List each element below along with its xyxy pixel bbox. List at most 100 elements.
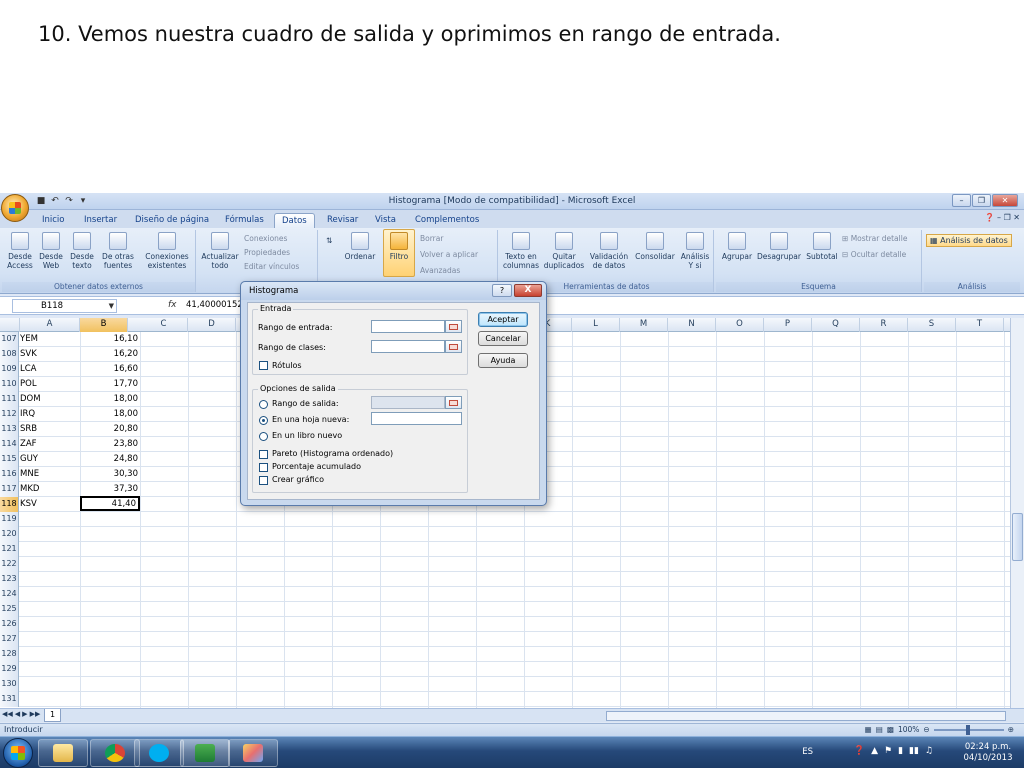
cell-a[interactable]: KSV [20,497,37,511]
analisis-ysi-button[interactable]: Análisis Y si [678,232,712,270]
pareto-checkbox[interactable] [259,450,268,459]
clock[interactable]: 02:24 p.m. 04/10/2013 [958,742,1018,764]
flag-icon[interactable]: ⚑ [884,746,892,756]
rango-entrada-input[interactable] [371,320,445,333]
restore-button[interactable]: ❐ [972,194,991,207]
row-header[interactable]: 119 [0,512,19,527]
tab-revisar[interactable]: Revisar [320,213,365,228]
prev-sheet-icon[interactable]: ◀ [15,710,20,718]
agrupar-button[interactable]: Agrupar [718,232,756,261]
select-all-corner[interactable] [0,318,20,332]
cell-a[interactable]: MKD [20,482,39,496]
filtro-button[interactable]: Filtro [383,232,415,261]
column-header-q[interactable]: Q [812,318,860,332]
rango-clases-collapse-button[interactable] [445,340,462,353]
vertical-scrollbar[interactable] [1010,318,1024,713]
dialog-help-button[interactable]: ? [492,284,512,297]
up-arrow-icon[interactable]: ▲ [871,746,878,756]
column-header-b[interactable]: B [80,318,128,332]
porcentaje-checkbox[interactable] [259,463,268,472]
ocultar-detalle-button[interactable]: ⊟ Ocultar detalle [842,250,906,259]
tab-inicio[interactable]: Inicio [35,213,72,228]
active-cell[interactable]: 41,40 [80,496,140,511]
row-header[interactable]: 113 [0,422,19,437]
row-header[interactable]: 111 [0,392,19,407]
dialog-titlebar[interactable]: Histograma ? X [241,282,546,300]
cell-a[interactable]: SRB [20,422,37,436]
first-sheet-icon[interactable]: ◀◀ [2,710,13,718]
ordenar-button[interactable]: Ordenar [340,232,380,261]
row-header[interactable]: 120 [0,527,19,542]
close-window-button[interactable]: ✕ [992,194,1018,207]
sheet-tab[interactable]: 1 [44,709,62,722]
tab-datos[interactable]: Datos [274,213,315,228]
taskbar-excel[interactable] [180,739,230,767]
rango-salida-collapse-button[interactable] [445,396,462,409]
cell-b[interactable]: 18,00 [80,407,140,421]
conexiones-existentes-button[interactable]: Conexiones existentes [142,232,192,270]
cell-a[interactable]: POL [20,377,37,391]
cell-a[interactable]: SVK [20,347,37,361]
conexiones-button[interactable]: Conexiones [244,234,287,243]
column-header-a[interactable]: A [20,318,80,332]
cell-b[interactable]: 20,80 [80,422,140,436]
view-layout-icon[interactable]: ▤ [876,725,883,734]
mostrar-detalle-button[interactable]: ⊞ Mostrar detalle [842,234,907,243]
desde-access-button[interactable]: Desde Access [4,232,36,270]
help-tray-icon[interactable]: ❓ [854,746,865,756]
hoja-nueva-input[interactable] [371,412,462,425]
zoom-level[interactable]: 100% [898,725,919,734]
volver-aplicar-button[interactable]: Volver a aplicar [420,250,478,259]
function-icon[interactable]: fx [168,300,177,310]
start-button[interactable] [3,738,33,768]
cell-a[interactable]: YEM [20,332,38,346]
ayuda-button[interactable]: Ayuda [478,353,528,368]
cell-a[interactable]: MNE [20,467,39,481]
zoom-slider[interactable] [933,724,1004,735]
minimize-button[interactable]: – [952,194,971,207]
propiedades-button[interactable]: Propiedades [244,248,290,257]
cell-a[interactable]: LCA [20,362,37,376]
cell-b[interactable]: 23,80 [80,437,140,451]
zoom-in-icon[interactable]: ⊕ [1008,725,1014,734]
cell-b[interactable]: 16,20 [80,347,140,361]
consolidar-button[interactable]: Consolidar [632,232,678,261]
taskbar-paint[interactable] [228,739,278,767]
rotulos-checkbox[interactable] [259,361,268,370]
cell-a[interactable]: DOM [20,392,41,406]
tab-vista[interactable]: Vista [368,213,403,228]
row-header[interactable]: 108 [0,347,19,362]
row-header[interactable]: 131 [0,692,19,707]
row-header[interactable]: 125 [0,602,19,617]
office-button[interactable] [1,194,29,222]
battery-icon[interactable]: ▮ [898,746,903,756]
subtotal-button[interactable]: Subtotal [804,232,840,261]
formula-input[interactable]: 41,40000152 [186,300,243,310]
sort-az-icon[interactable]: ⇅ [326,236,332,245]
cell-b[interactable]: 16,10 [80,332,140,346]
quitar-duplicados-button[interactable]: Quitar duplicados [542,232,586,270]
row-header[interactable]: 129 [0,662,19,677]
hoja-nueva-radio[interactable] [259,416,268,425]
tab-formulas[interactable]: Fórmulas [218,213,271,228]
view-normal-icon[interactable]: ▦ [865,725,872,734]
row-header[interactable]: 114 [0,437,19,452]
rango-entrada-collapse-button[interactable] [445,320,462,333]
avanzadas-button[interactable]: Avanzadas [420,266,460,275]
taskbar-skype[interactable] [134,739,184,767]
analisis-datos-button[interactable]: ▦ Análisis de datos [926,234,1012,247]
rango-salida-input[interactable] [371,396,445,409]
row-header[interactable]: 118 [0,497,19,512]
row-header[interactable]: 130 [0,677,19,692]
row-header[interactable]: 115 [0,452,19,467]
editar-vinculos-button[interactable]: Editar vínculos [244,262,299,271]
cell-a[interactable]: GUY [20,452,38,466]
row-header[interactable]: 112 [0,407,19,422]
name-box[interactable]: B118 ▼ [12,299,117,313]
signal-icon[interactable]: ▮▮ [909,746,919,756]
column-header-t[interactable]: T [956,318,1004,332]
row-header[interactable]: 127 [0,632,19,647]
row-header[interactable]: 117 [0,482,19,497]
otras-fuentes-button[interactable]: De otras fuentes [98,232,138,270]
row-header[interactable]: 110 [0,377,19,392]
